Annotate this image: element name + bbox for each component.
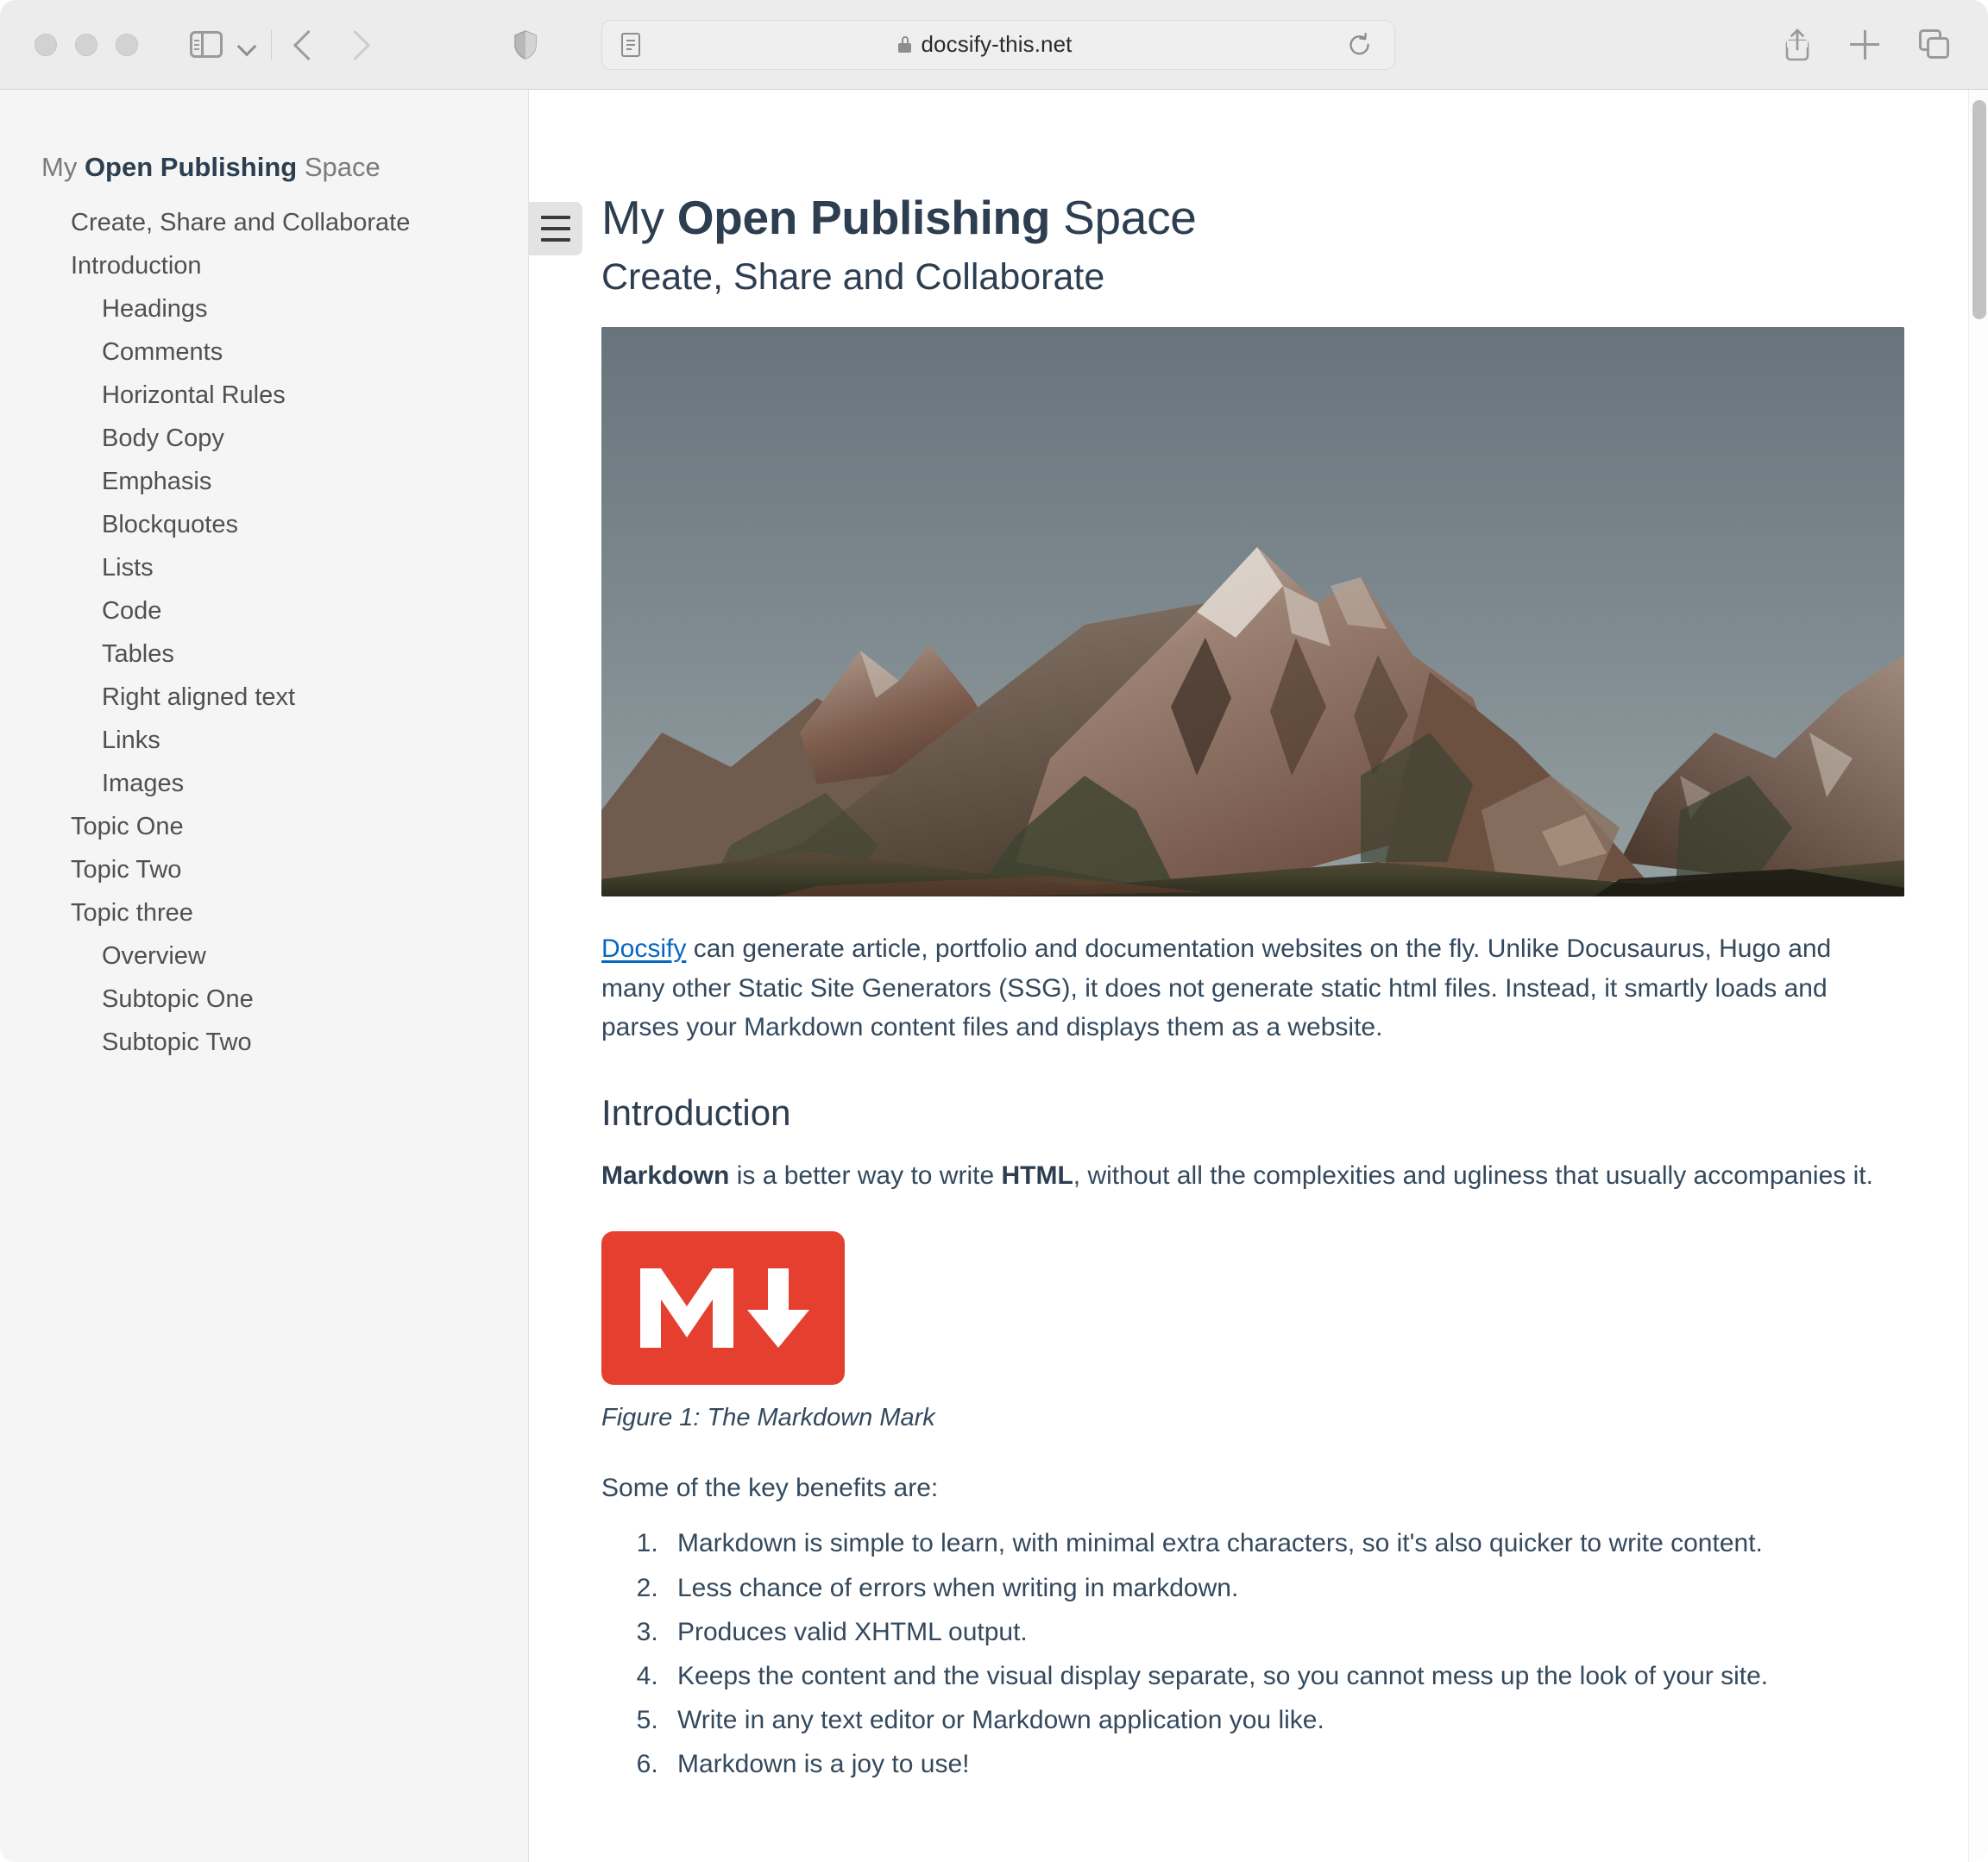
scrollbar-thumb[interactable] <box>1972 100 1986 319</box>
markdown-mark-logo <box>601 1231 845 1386</box>
page-subtitle: Create, Share and Collaborate <box>601 255 1105 298</box>
tab-overview-icon[interactable] <box>1919 28 1952 60</box>
sidebar-item-subtopic-two[interactable]: Subtopic Two <box>0 1021 528 1064</box>
sidebar-item-blockquotes[interactable]: Blockquotes <box>0 503 528 546</box>
sidebar-item-introduction[interactable]: Introduction <box>0 244 528 287</box>
benefit-list-item: Keeps the content and the visual display… <box>665 1662 1890 1706</box>
benefit-list-item: Produces valid XHTML output. <box>665 1618 1890 1662</box>
docsify-link[interactable]: Docsify <box>601 934 686 963</box>
sidebar-toggle-icon <box>190 31 223 58</box>
intro-paragraph-text: can generate article, portfolio and docu… <box>601 934 1832 1042</box>
minimize-button[interactable] <box>75 33 98 56</box>
sidebar-item-right-aligned-text[interactable]: Right aligned text <box>0 676 528 719</box>
sidebar-item-headings[interactable]: Headings <box>0 287 528 330</box>
intro-paragraph: Docsify can generate article, portfolio … <box>601 929 1890 1047</box>
hero-mountain-image <box>601 327 1904 897</box>
sidebar-item-body-copy[interactable]: Body Copy <box>0 417 528 460</box>
browser-window: docsify-this.net My Open Publishing Spac… <box>0 0 1988 1862</box>
sidebar-title: My Open Publishing Space <box>0 152 528 183</box>
plus-icon[interactable] <box>1850 29 1879 60</box>
browser-toolbar: docsify-this.net <box>0 0 1988 90</box>
figure-caption: Figure 1: The Markdown Mark <box>601 1404 935 1432</box>
page-body: My Open Publishing Space Create, Share a… <box>0 90 1988 1862</box>
docs-sidebar: My Open Publishing Space Create, Share a… <box>0 90 529 1862</box>
sidebar-item-tables[interactable]: Tables <box>0 632 528 676</box>
sidebar-nav-list: Create, Share and Collaborate Introductio… <box>0 201 528 1064</box>
sidebar-item-topic-one[interactable]: Topic One <box>0 805 528 848</box>
benefit-list-item: Write in any text editor or Markdown app… <box>665 1706 1890 1750</box>
back-arrow-icon[interactable] <box>293 27 315 63</box>
sidebar-collapse-button[interactable] <box>529 202 582 255</box>
page-title-bold: Open Publishing <box>676 191 1051 244</box>
document-content: My Open Publishing Space Create, Share a… <box>529 90 1944 1795</box>
markdown-mark-icon <box>640 1268 809 1349</box>
benefits-intro: Some of the key benefits are: <box>601 1474 939 1503</box>
sidebar-item-images[interactable]: Images <box>0 762 528 805</box>
reload-icon[interactable] <box>1348 32 1372 57</box>
sidebar-title-suffix: Space <box>297 152 381 182</box>
section-heading-introduction: Introduction <box>601 1091 791 1133</box>
sidebar-title-prefix: My <box>41 152 85 182</box>
forward-arrow-icon[interactable] <box>346 27 368 63</box>
address-bar[interactable]: docsify-this.net <box>601 19 1395 70</box>
markdown-bold-text: Markdown <box>601 1161 730 1190</box>
lock-icon <box>898 36 912 53</box>
sidebar-item-lists[interactable]: Lists <box>0 546 528 589</box>
toolbar-right-actions <box>1784 28 1952 61</box>
page-title: My Open Publishing Space <box>601 191 1890 244</box>
sidebar-controls <box>138 25 272 65</box>
sidebar-item-code[interactable]: Code <box>0 589 528 632</box>
page-title-suffix: Space <box>1050 191 1197 244</box>
window-traffic-lights <box>35 33 138 56</box>
markdown-tail-text: , without all the complexities and uglin… <box>1073 1161 1873 1190</box>
url-display: docsify-this.net <box>623 31 1348 58</box>
benefit-list-item: Markdown is a joy to use! <box>665 1750 1890 1794</box>
url-text: docsify-this.net <box>921 31 1073 57</box>
sidebar-item-horizontal-rules[interactable]: Horizontal Rules <box>0 374 528 417</box>
sidebar-item-topic-two[interactable]: Topic Two <box>0 848 528 891</box>
content-scrollbar[interactable] <box>1968 90 1988 1862</box>
sidebar-item-emphasis[interactable]: Emphasis <box>0 460 528 503</box>
sidebar-item-subtopic-one[interactable]: Subtopic One <box>0 978 528 1021</box>
markdown-mid-text: is a better way to write <box>729 1161 1002 1190</box>
privacy-shield-icon[interactable] <box>513 29 538 60</box>
html-bold-text: HTML <box>1001 1161 1073 1190</box>
close-button[interactable] <box>35 33 57 56</box>
hamburger-icon-line <box>541 227 570 230</box>
benefits-list: Markdown is simple to learn, with minima… <box>601 1529 1890 1794</box>
hamburger-icon-line <box>541 216 570 219</box>
sidebar-item-overview[interactable]: Overview <box>0 934 528 978</box>
benefit-list-item: Less chance of errors when writing in ma… <box>665 1574 1890 1618</box>
benefit-list-item: Markdown is simple to learn, with minima… <box>665 1529 1890 1573</box>
sidebar-item-comments[interactable]: Comments <box>0 330 528 374</box>
share-icon[interactable] <box>1784 28 1810 61</box>
sidebar-item-links[interactable]: Links <box>0 719 528 762</box>
content-area: My Open Publishing Space Create, Share a… <box>529 90 1988 1862</box>
sidebar-item-topic-three[interactable]: Topic three <box>0 891 528 934</box>
markdown-paragraph: Markdown is a better way to write HTML, … <box>601 1156 1890 1196</box>
navigation-arrows <box>293 27 368 63</box>
toolbar-divider <box>271 29 272 60</box>
sidebar-item-create-share-and-collaborate[interactable]: Create, Share and Collaborate <box>0 201 528 244</box>
sidebar-toggle-button[interactable] <box>186 25 226 65</box>
zoom-button[interactable] <box>116 33 138 56</box>
sidebar-title-bold: Open Publishing <box>84 152 298 182</box>
chevron-down-icon[interactable] <box>238 40 255 49</box>
hamburger-icon-line <box>541 238 570 242</box>
page-title-prefix: My <box>601 191 677 244</box>
